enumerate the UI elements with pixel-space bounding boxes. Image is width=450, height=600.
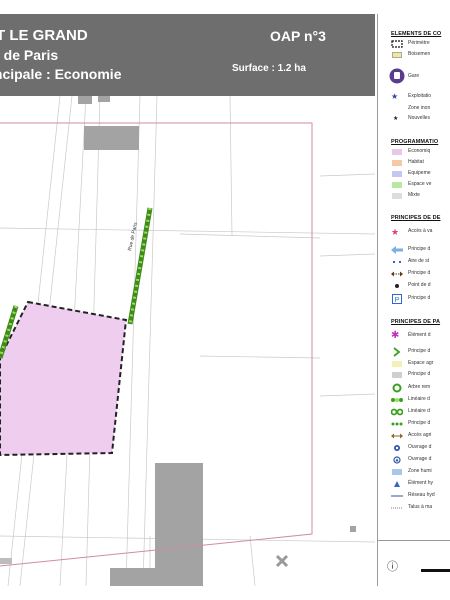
- star-small-icon: ★: [393, 116, 399, 122]
- point-icon: [395, 284, 399, 288]
- green-ring-icon: [392, 383, 402, 393]
- train-station-icon: [389, 68, 405, 84]
- economic-zone: [0, 300, 128, 457]
- swatch-paleyellow: [392, 361, 402, 367]
- building: [110, 568, 160, 586]
- legend-section-title: ELEMENTS DE CO: [391, 31, 442, 37]
- green-chevron-icon: [393, 347, 401, 357]
- title-line-1: ET LE GRAND: [0, 27, 88, 44]
- swatch-gray: [392, 372, 402, 378]
- dashed-rectangle-icon: [391, 40, 403, 48]
- legend-item: Zone inon: [391, 104, 450, 114]
- legend-item: Linéaire d: [391, 395, 450, 405]
- legend-item: Espace agr: [391, 359, 450, 369]
- street-label: Rue de Paris: [127, 221, 139, 251]
- dotted-line-icon: [391, 507, 403, 509]
- blue-circle-outline-icon: [393, 456, 401, 464]
- legend-item: Boisemen: [391, 50, 450, 60]
- legend-item: ★ Exploitatio: [391, 92, 432, 101]
- swatch-green-space: [392, 182, 402, 188]
- map-svg: Rue de Paris: [0, 96, 375, 586]
- legend-item: Talus à ma: [391, 503, 450, 513]
- svg-text:P: P: [395, 297, 400, 304]
- blue-circle-icon: [394, 445, 400, 451]
- legend-panel: ELEMENTS DE CO Périmètre Boisemen Gare ★…: [377, 14, 450, 586]
- building: [84, 126, 139, 150]
- legend-item: Élément hy: [391, 479, 450, 489]
- legend-item: Gare: [389, 68, 450, 84]
- legend-section-title: PROGRAMMATIO: [391, 139, 439, 145]
- magenta-star-icon: ✱: [391, 330, 400, 341]
- legend-item: Arbre rem: [391, 383, 450, 393]
- swatch-lightblue: [392, 469, 402, 475]
- parking-icon: P: [392, 294, 402, 304]
- swatch-habitat: [392, 160, 402, 166]
- legend-item: ★ Nouvelles: [393, 115, 430, 122]
- legend-item: Equipeme: [391, 169, 450, 179]
- swatch-economic: [392, 149, 402, 155]
- pink-star-icon: ★: [391, 227, 400, 237]
- legend-item: Principe d: [391, 370, 450, 380]
- swatch-equipment: [392, 171, 402, 177]
- legend-item: Réseau hyd: [391, 491, 450, 501]
- legend-item: Habitat: [391, 158, 450, 168]
- brown-arrow-icon: [391, 433, 403, 439]
- building: [0, 558, 12, 564]
- legend-item: Ouvrage d: [391, 443, 450, 453]
- tree-line-icon: [391, 398, 403, 402]
- double-ring-icon: [391, 408, 403, 416]
- green-dots-icon: [391, 422, 403, 426]
- legend-item: Accès agri: [391, 431, 450, 441]
- legend-item: Principe d: [391, 419, 450, 429]
- legend-item: Zone humi: [391, 467, 450, 477]
- title-line-3: incipale : Economie: [0, 66, 122, 82]
- double-arrow-icon: [391, 271, 403, 277]
- star-icon: ★: [391, 92, 399, 101]
- legend-item: Aire de st: [391, 257, 450, 267]
- legend-item: ★ Accès à va: [391, 227, 433, 237]
- legend-item: Point de d: [391, 281, 450, 291]
- building: [98, 96, 110, 102]
- legend-item: ✱ Élément d: [391, 330, 431, 341]
- map-footer: ⓘ: [377, 540, 450, 586]
- building: [78, 96, 92, 104]
- swatch-yellow: [392, 52, 402, 58]
- legend-item: Espace ve: [391, 180, 450, 190]
- blue-dash-icon: [393, 261, 401, 263]
- legend-section-title: PRINCIPES DE DE: [391, 215, 441, 221]
- swatch-mixed: [392, 193, 402, 199]
- cross-marker-icon: [275, 554, 289, 568]
- north-arrow-icon: ⓘ: [387, 561, 398, 573]
- legend-item: Ouvrage d: [391, 455, 450, 465]
- legend-item: P Principe d: [391, 294, 450, 304]
- legend-item: Economiq: [391, 147, 450, 157]
- legend-item: Mixte: [391, 191, 450, 201]
- blue-line-icon: [391, 495, 403, 497]
- oap-number: OAP n°3: [270, 28, 326, 44]
- scale-bar: [421, 569, 450, 572]
- building: [350, 526, 356, 532]
- legend-item: Principe d: [391, 269, 450, 279]
- title-line-2: e de Paris: [0, 47, 59, 63]
- surface-area: Surface : 1.2 ha: [232, 63, 306, 74]
- legend-item: Principe d: [391, 245, 450, 255]
- map-header: ET LE GRAND e de Paris incipale : Econom…: [0, 14, 375, 96]
- legend-section-title: PRINCIPES DE PA: [391, 319, 441, 325]
- map-canvas[interactable]: Rue de Paris: [0, 96, 375, 586]
- legend-item: Périmètre: [391, 39, 450, 49]
- blue-triangle-icon: [394, 481, 400, 487]
- swatch-blank: [392, 106, 402, 112]
- blue-arrow-icon: [391, 246, 403, 254]
- legend-item: Principe d: [391, 347, 450, 357]
- building: [155, 463, 203, 586]
- legend-item: Linéaire d: [391, 407, 450, 417]
